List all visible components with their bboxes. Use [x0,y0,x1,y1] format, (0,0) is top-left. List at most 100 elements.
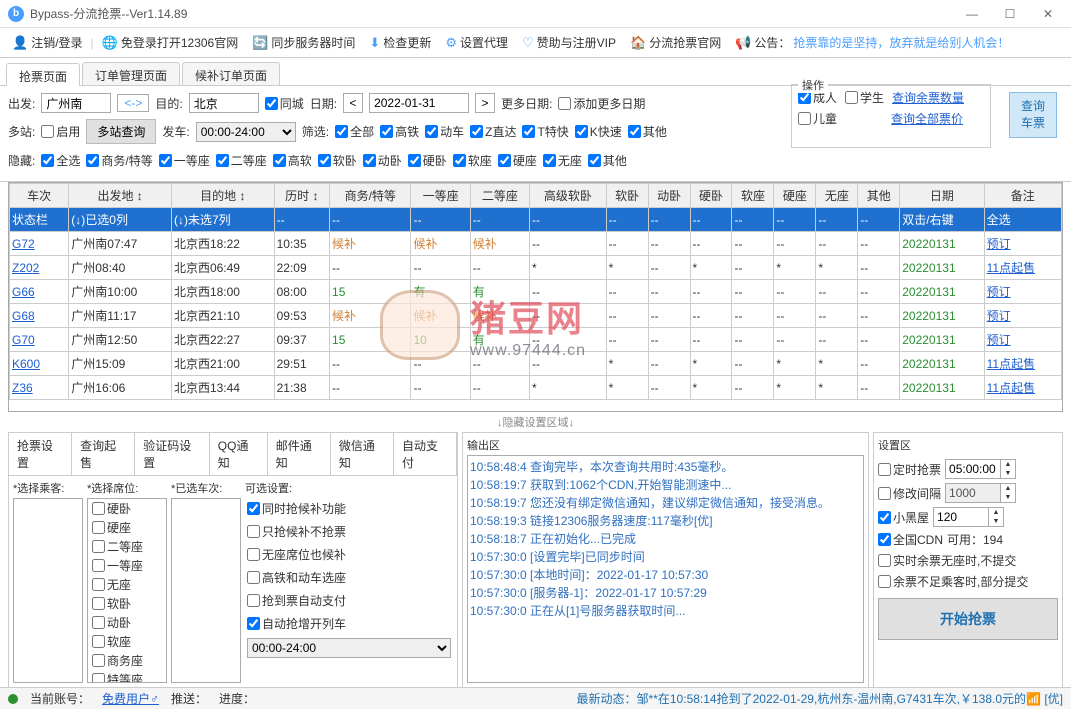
sub-tab-2[interactable]: 验证码设置 [135,433,210,475]
user-type[interactable]: 免费用户♂ [102,690,159,707]
blackroom-checkbox[interactable]: 小黑屋 [878,509,929,526]
query-price-link[interactable]: 查询全部票价 [891,110,963,127]
hide-edz[interactable]: 二等座 [216,152,267,169]
opt-auto-added[interactable]: 自动抢增开列车 [247,615,451,632]
tab-order[interactable]: 订单管理页面 [82,62,180,85]
opt-seat-select[interactable]: 高铁和动车选座 [247,569,451,586]
col-13[interactable]: 无座 [816,184,858,208]
date-next-button[interactable]: > [475,93,495,113]
sub-tab-1[interactable]: 查询起售 [72,433,135,475]
seat-item[interactable]: 一等座 [88,556,166,575]
table-row[interactable]: Z202广州08:40北京西06:4922:09------**--*--**-… [10,256,1062,280]
col-2[interactable]: 目的地 ↕ [171,184,274,208]
hide-wz[interactable]: 无座 [543,152,582,169]
date-input[interactable] [369,93,469,113]
filter-kuaisu[interactable]: K快速 [575,123,622,140]
sub-tab-4[interactable]: 邮件通知 [268,433,331,475]
col-14[interactable]: 其他 [858,184,900,208]
hide-gr[interactable]: 高软 [273,152,312,169]
picked-train-listbox[interactable] [171,498,241,683]
same-city-checkbox[interactable]: 同城 [265,95,304,112]
hide-settings-bar[interactable]: ↓隐藏设置区域↓ [0,412,1071,432]
output-log[interactable]: 10:58:48:4 查询完毕，本次查询共用时:435毫秒。10:58:19:7… [467,455,864,683]
filter-gaotie[interactable]: 高铁 [380,123,419,140]
sync-time-button[interactable]: 🔄同步服务器时间 [246,31,361,54]
close-button[interactable]: ✕ [1033,4,1063,24]
interval-spinner[interactable]: ▲▼ [945,483,1016,503]
opt-only-houbu[interactable]: 只抢候补不抢票 [247,523,451,540]
logout-login-button[interactable]: 👤注销/登录 [6,31,89,54]
seat-listbox[interactable]: 硬卧 硬座 二等座 一等座 无座 软卧 动卧 软座 商务座 特等座 [87,498,167,683]
col-5[interactable]: 一等座 [411,184,470,208]
seat-item[interactable]: 二等座 [88,537,166,556]
insufficient-checkbox[interactable]: 余票不足乘客时,部分提交 [878,573,1028,590]
col-10[interactable]: 硬卧 [690,184,732,208]
table-row[interactable]: G66广州南10:00北京西18:0008:0015有有------------… [10,280,1062,304]
date-prev-button[interactable]: < [343,93,363,113]
col-12[interactable]: 硬座 [774,184,816,208]
hide-qt[interactable]: 其他 [588,152,627,169]
col-1[interactable]: 出发地 ↕ [69,184,172,208]
col-9[interactable]: 动卧 [648,184,690,208]
seat-item[interactable]: 硬卧 [88,499,166,518]
start-grab-button[interactable]: 开始抢票 [878,598,1058,640]
hide-yw[interactable]: 硬卧 [408,152,447,169]
hide-rz[interactable]: 软座 [453,152,492,169]
hide-sw[interactable]: 商务/特等 [86,152,152,169]
table-row[interactable]: Z36广州16:06北京西13:4421:38------**--*--**--… [10,376,1062,400]
realtime-checkbox[interactable]: 实时余票无座时,不提交 [878,552,1016,569]
sub-tab-0[interactable]: 抢票设置 [9,433,72,475]
filter-dongche[interactable]: 动车 [425,123,464,140]
table-row[interactable]: G70广州南12:50北京西22:2709:371510有-----------… [10,328,1062,352]
hide-all[interactable]: 全选 [41,152,80,169]
seat-item[interactable]: 商务座 [88,651,166,670]
status-row[interactable]: 状态栏(↓)已选0列(↓)未选7列-----------------------… [10,208,1062,232]
tab-wait[interactable]: 候补订单页面 [182,62,280,85]
tab-grab[interactable]: 抢票页面 [6,63,80,86]
col-11[interactable]: 软座 [732,184,774,208]
hide-dw[interactable]: 动卧 [363,152,402,169]
blackroom-spinner[interactable]: ▲▼ [933,507,1004,527]
seat-item[interactable]: 无座 [88,575,166,594]
proxy-button[interactable]: ⚙设置代理 [439,31,514,54]
query-count-link[interactable]: 查询余票数量 [892,89,964,106]
opt-houbu[interactable]: 同时抢候补功能 [247,500,451,517]
open-12306-button[interactable]: 🌐免登录打开12306官网 [96,31,245,54]
swap-button[interactable]: <-> [117,94,149,112]
table-row[interactable]: G72广州南07:47北京西18:2210:35候补候补候补----------… [10,232,1062,256]
hide-yz[interactable]: 硬座 [498,152,537,169]
child-checkbox[interactable]: 儿童 [798,110,837,127]
query-button[interactable]: 查询车票 [1009,92,1057,138]
filter-all[interactable]: 全部 [335,123,374,140]
passenger-listbox[interactable] [13,498,83,683]
table-row[interactable]: G68广州南11:17北京西21:1009:53候补候补候补----------… [10,304,1062,328]
opt-auto-pay[interactable]: 抢到票自动支付 [247,592,451,609]
opt-wz-houbu[interactable]: 无座席位也候补 [247,546,451,563]
multi-query-button[interactable]: 多站查询 [86,119,156,144]
col-0[interactable]: 车次 [10,184,69,208]
col-3[interactable]: 历时 ↕ [274,184,329,208]
seat-item[interactable]: 动卧 [88,613,166,632]
check-update-button[interactable]: ⬇检查更新 [363,31,437,54]
filter-zhida[interactable]: Z直达 [470,123,516,140]
col-7[interactable]: 高级软卧 [530,184,607,208]
seat-item[interactable]: 特等座 [88,670,166,683]
multi-enable-checkbox[interactable]: 启用 [41,123,80,140]
seat-item[interactable]: 软卧 [88,594,166,613]
hide-ydz[interactable]: 一等座 [159,152,210,169]
student-checkbox[interactable]: 学生 [845,89,884,106]
sub-tab-6[interactable]: 自动支付 [394,433,457,475]
col-16[interactable]: 备注 [984,184,1061,208]
col-6[interactable]: 二等座 [470,184,529,208]
vip-button[interactable]: ♡赞助与注册VIP [516,31,622,54]
interval-checkbox[interactable]: 修改间隔 [878,485,941,502]
col-15[interactable]: 日期 [900,184,984,208]
time-range-select[interactable]: 00:00-24:00 [247,638,451,658]
sub-tab-3[interactable]: QQ通知 [210,433,268,475]
filter-other[interactable]: 其他 [628,123,667,140]
table-row[interactable]: K600广州15:09北京西21:0029:51--------*--*--**… [10,352,1062,376]
depart-time-select[interactable]: 00:00-24:00 [196,122,296,142]
to-input[interactable] [189,93,259,113]
timer-checkbox[interactable]: 定时抢票 [878,461,941,478]
hide-rw[interactable]: 软卧 [318,152,357,169]
